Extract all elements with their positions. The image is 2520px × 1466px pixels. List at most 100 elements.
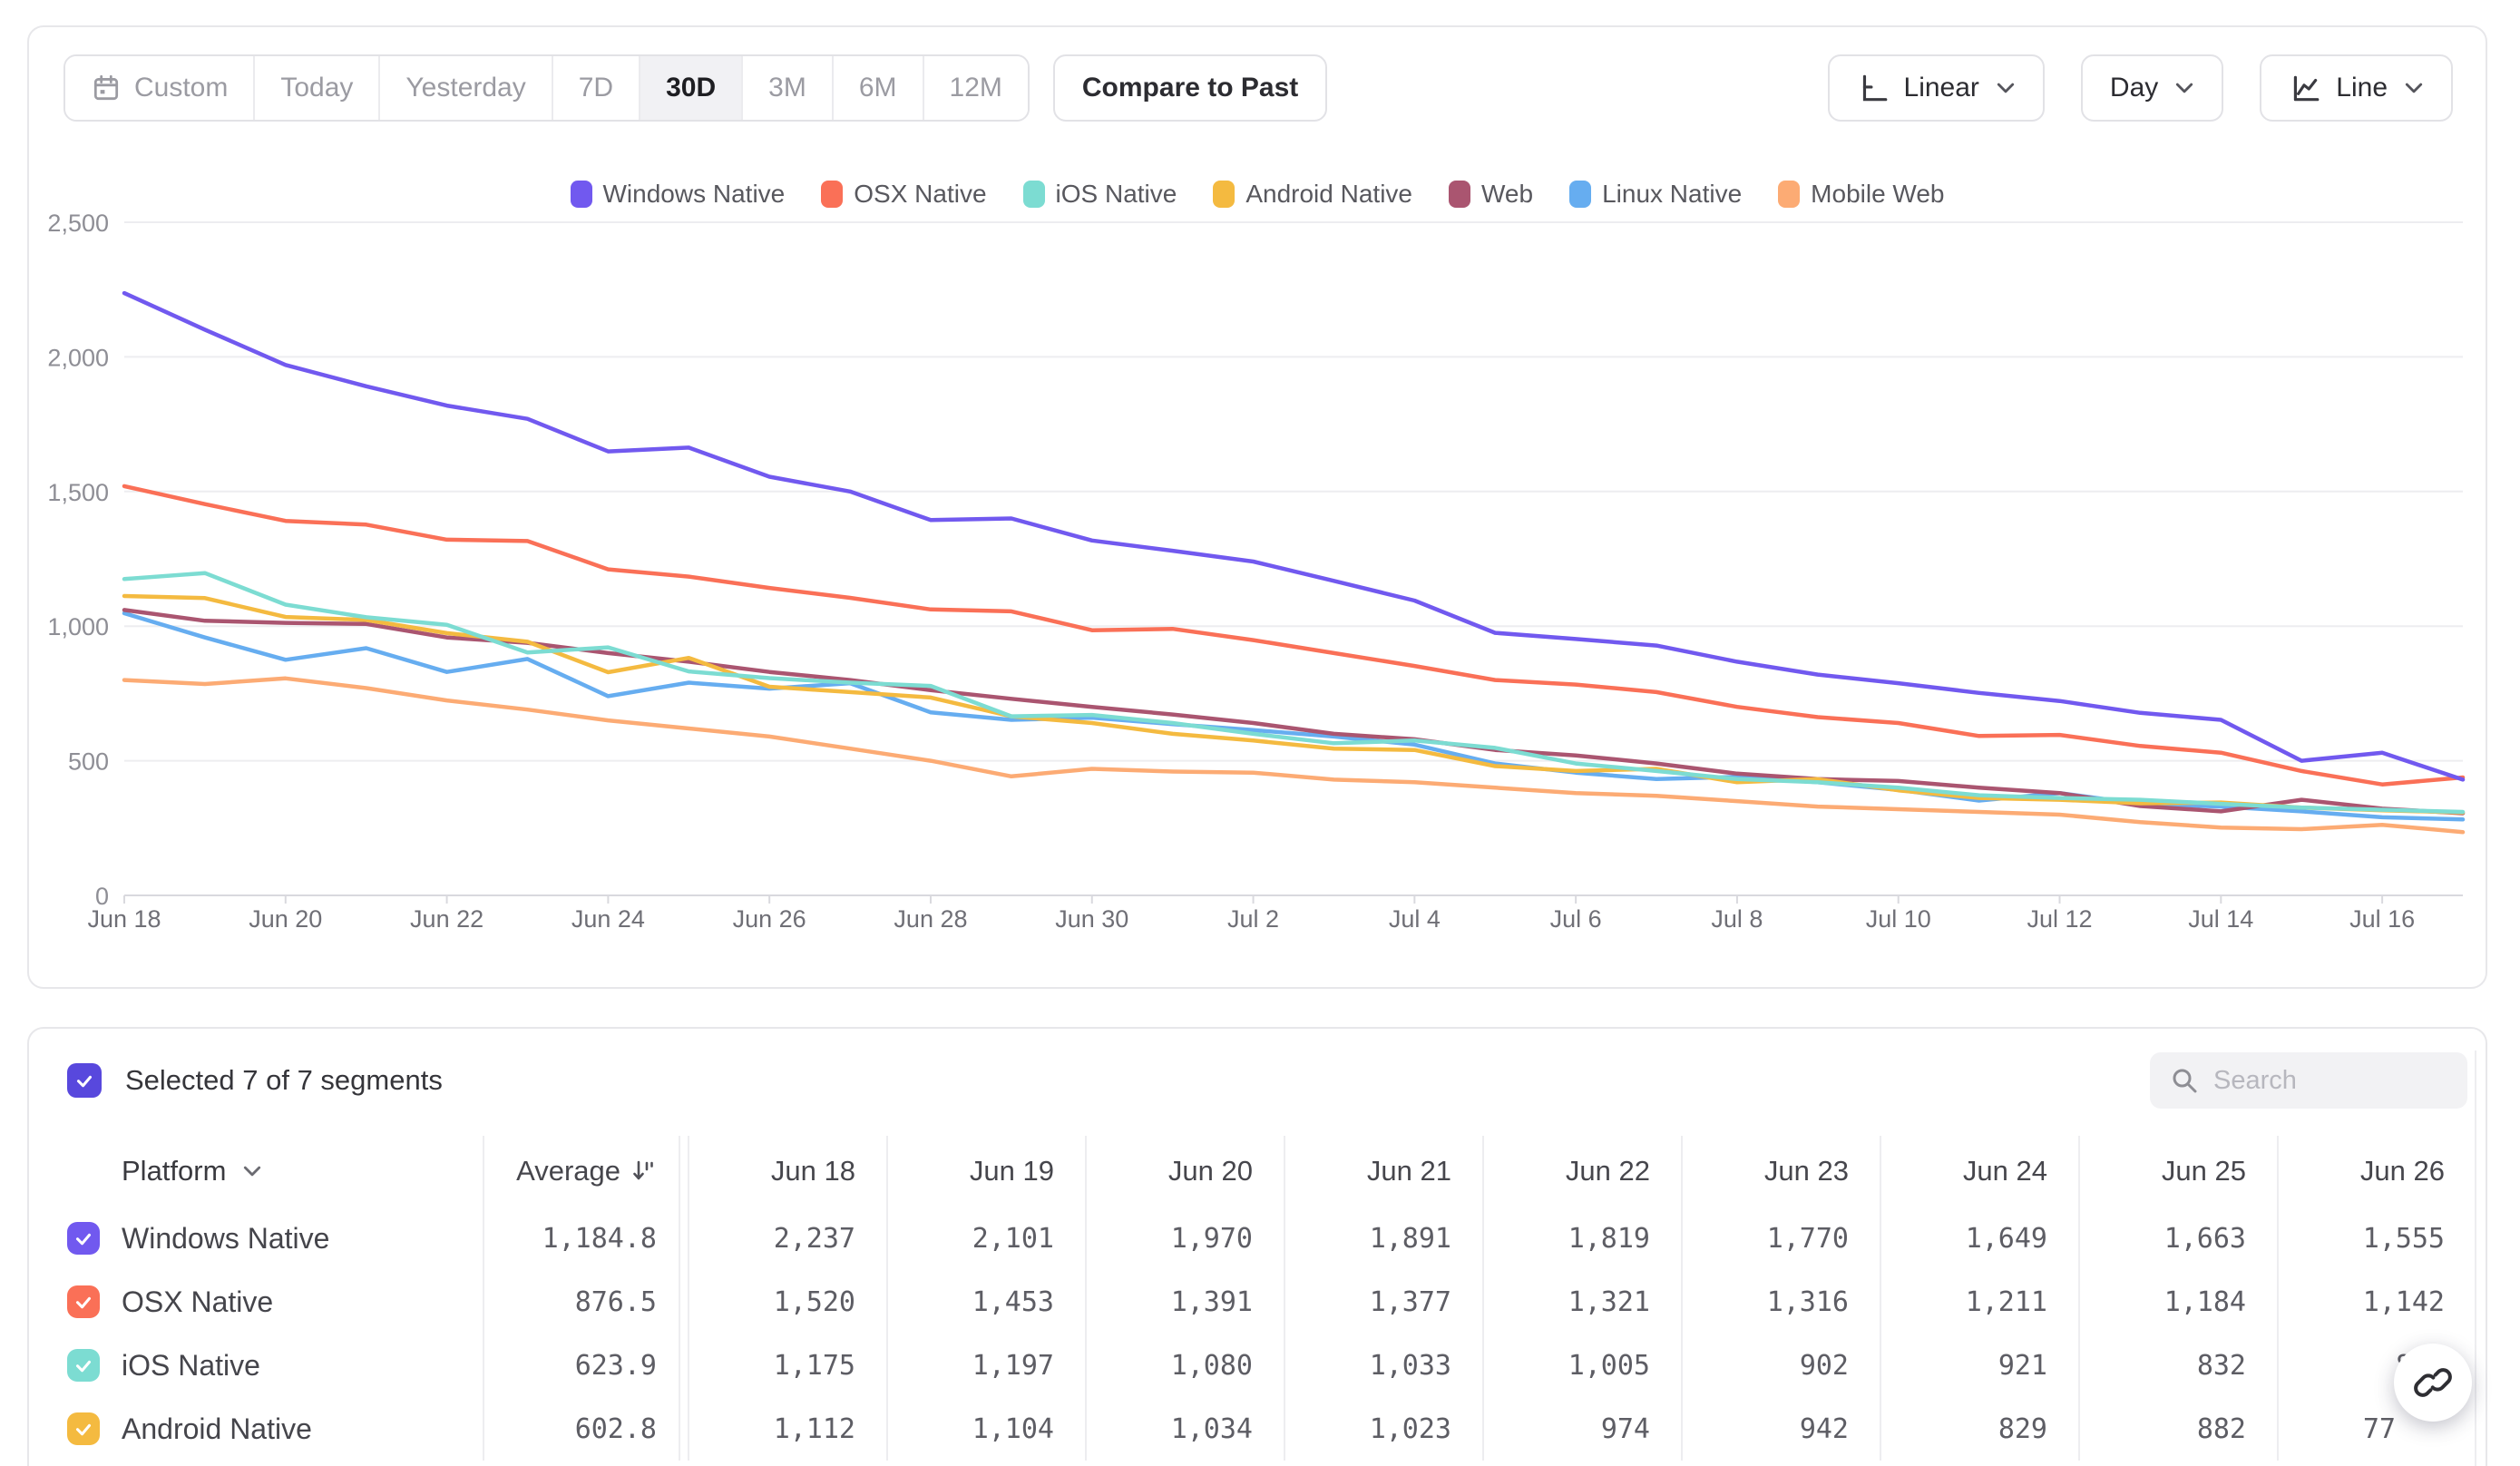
value-cell: 1,391	[1085, 1270, 1284, 1334]
svg-text:Jul 6: Jul 6	[1550, 905, 1602, 933]
day-dropdown[interactable]: Day	[2081, 54, 2223, 122]
segments-table-card: Selected 7 of 7 segments Platform Average…	[27, 1027, 2487, 1466]
value-cell: 829	[1880, 1397, 2078, 1461]
value-cell: 1,321	[1482, 1270, 1681, 1334]
value-cell: 1,970	[1085, 1207, 1284, 1270]
range-6m[interactable]: 6M	[832, 56, 923, 120]
line-chart-icon	[2289, 72, 2321, 104]
date-range-segmented-control: Custom TodayYesterday 7D 30D 3M 6M 12M	[63, 54, 1030, 122]
value-cell: 921	[1880, 1334, 2078, 1397]
range-30d[interactable]: 30D	[639, 56, 741, 120]
calendar-icon	[91, 73, 122, 103]
row-label: Windows Native	[122, 1222, 329, 1256]
table-row-platform: Android Native	[63, 1397, 483, 1461]
row-checkbox-android-native[interactable]	[67, 1412, 100, 1445]
series-line-web	[124, 610, 2463, 813]
value-cell: 1,184	[2078, 1270, 2277, 1334]
axis-icon	[1857, 72, 1890, 104]
column-header-average[interactable]: Average	[483, 1136, 688, 1207]
column-header-jun-26[interactable]: Jun 26	[2277, 1136, 2476, 1207]
range-7d[interactable]: 7D	[552, 56, 639, 120]
svg-text:500: 500	[68, 748, 109, 776]
svg-text:1,000: 1,000	[47, 613, 109, 640]
column-header-jun-19[interactable]: Jun 19	[886, 1136, 1085, 1207]
series-line-mobile-web	[124, 679, 2463, 833]
range-custom[interactable]: Custom	[65, 56, 253, 120]
column-header-jun-18[interactable]: Jun 18	[688, 1136, 886, 1207]
svg-text:Jul 10: Jul 10	[1866, 905, 1931, 933]
range-yesterday[interactable]: Yesterday	[378, 56, 551, 120]
svg-text:Jul 16: Jul 16	[2349, 905, 2415, 933]
svg-text:Jun 24: Jun 24	[571, 905, 645, 933]
search-box	[2150, 1052, 2467, 1109]
search-input[interactable]	[2150, 1052, 2467, 1109]
value-cell: 1,211	[1880, 1270, 2078, 1334]
value-cell: 1,891	[1284, 1207, 1482, 1270]
column-header-jun-24[interactable]: Jun 24	[1880, 1136, 2078, 1207]
row-label: Android Native	[122, 1412, 312, 1446]
value-cell: 902	[1681, 1334, 1880, 1397]
range-label: 7D	[579, 73, 613, 103]
row-label: OSX Native	[122, 1285, 273, 1319]
date-header-label: Jun 26	[2360, 1155, 2445, 1187]
value-cell: 1,197	[886, 1334, 1085, 1397]
segments-table: Platform Average Jun 18Jun 19Jun 20 Jun 21 J…	[63, 1136, 2476, 1461]
range-3m[interactable]: 3M	[741, 56, 832, 120]
svg-text:Jul 2: Jul 2	[1227, 905, 1279, 933]
value-cell: 1,649	[1880, 1207, 2078, 1270]
value-cell: 832	[2078, 1334, 2277, 1397]
average-cell: 602.8	[483, 1397, 688, 1461]
value-cell: 974	[1482, 1397, 1681, 1461]
svg-text:Jun 20: Jun 20	[249, 905, 322, 933]
range-label: Custom	[134, 73, 228, 103]
value-cell: 1,104	[886, 1397, 1085, 1461]
line-chart: 05001,0001,5002,0002,500Jun 18Jun 20Jun …	[29, 163, 2489, 980]
value-cell: 1,175	[688, 1334, 886, 1397]
column-header-jun-21[interactable]: Jun 21	[1284, 1136, 1482, 1207]
series-line-windows-native	[124, 293, 2463, 779]
range-today[interactable]: Today	[253, 56, 378, 120]
select-all-checkbox[interactable]	[67, 1063, 102, 1098]
svg-text:Jul 14: Jul 14	[2188, 905, 2253, 933]
linear-dropdown[interactable]: Linear	[1828, 54, 2045, 122]
svg-text:1,500: 1,500	[47, 479, 109, 506]
chart-display-controls: Linear Day Line	[1828, 54, 2453, 122]
chevron-down-icon	[1996, 82, 2016, 94]
table-row-platform: OSX Native	[63, 1270, 483, 1334]
range-12m[interactable]: 12M	[923, 56, 1028, 120]
share-link-button[interactable]	[2394, 1344, 2472, 1422]
value-cell: 1,663	[2078, 1207, 2277, 1270]
column-header-jun-20[interactable]: Jun 20	[1085, 1136, 1284, 1207]
column-header-jun-23[interactable]: Jun 23	[1681, 1136, 1880, 1207]
svg-text:Jun 28: Jun 28	[894, 905, 967, 933]
value-cell: 942	[1681, 1397, 1880, 1461]
value-cell: 2,101	[886, 1207, 1085, 1270]
svg-text:Jul 8: Jul 8	[1711, 905, 1763, 933]
svg-text:Jul 12: Jul 12	[2027, 905, 2092, 933]
range-label: 3M	[768, 73, 806, 103]
series-line-linux-native	[124, 613, 2463, 819]
column-header-platform[interactable]: Platform	[63, 1136, 483, 1207]
row-checkbox-osx-native[interactable]	[67, 1285, 100, 1318]
average-header-label: Average	[516, 1155, 620, 1187]
range-label: 30D	[666, 73, 716, 103]
row-checkbox-windows-native[interactable]	[67, 1222, 100, 1255]
value-cell: 1,023	[1284, 1397, 1482, 1461]
date-header-label: Jun 23	[1764, 1155, 1849, 1187]
value-cell: 1,005	[1482, 1334, 1681, 1397]
chevron-down-icon	[2404, 82, 2424, 94]
svg-text:Jun 22: Jun 22	[410, 905, 483, 933]
column-header-jun-22[interactable]: Jun 22	[1482, 1136, 1681, 1207]
range-label: 12M	[950, 73, 1002, 103]
svg-text:Jun 26: Jun 26	[733, 905, 806, 933]
date-header-label: Jun 21	[1367, 1155, 1451, 1187]
chevron-down-icon	[2174, 82, 2194, 94]
column-header-jun-25[interactable]: Jun 25	[2078, 1136, 2277, 1207]
line-dropdown[interactable]: Line	[2260, 54, 2453, 122]
selection-summary: Selected 7 of 7 segments	[67, 1063, 443, 1098]
range-label: 6M	[859, 73, 897, 103]
row-checkbox-ios-native[interactable]	[67, 1349, 100, 1382]
dropdown-label: Day	[2110, 73, 2158, 103]
analytics-dashboard: Custom TodayYesterday 7D 30D 3M 6M 12M Compare…	[0, 0, 2520, 1466]
compare-to-past-button[interactable]: Compare to Past	[1053, 54, 1327, 122]
